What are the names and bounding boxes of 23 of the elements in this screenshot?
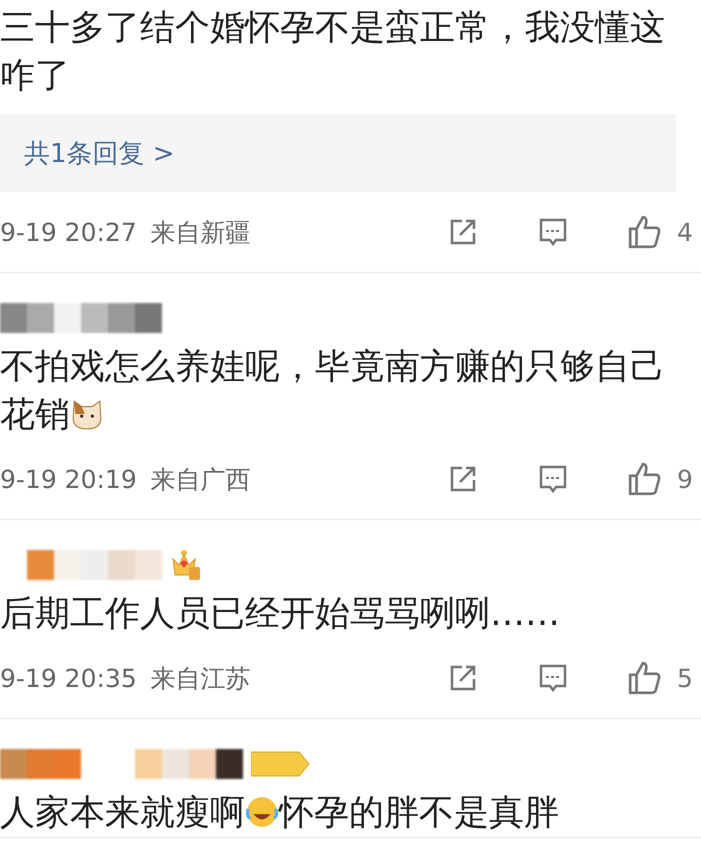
like-count: 4 [677, 218, 693, 246]
comment-text: 不拍戏怎么养娃呢，毕竟南方赚的只够自己花销 [0, 346, 666, 437]
comment-location: 来自新疆 [150, 216, 251, 248]
comment-icon[interactable] [537, 662, 569, 694]
comment-text: 三十多了结个婚怀孕不是蛮正常，我没懂这咋了 [0, 7, 666, 98]
badge-icon [251, 749, 311, 779]
comment-icon[interactable] [537, 216, 569, 248]
comment-text: 后期工作人员已经开始骂骂咧咧…… [0, 593, 561, 636]
comment-time: 9-19 20:19 [0, 464, 137, 494]
thumbs-up-icon[interactable] [627, 660, 663, 696]
replies-link[interactable]: 共1条回复 > [24, 136, 175, 170]
thumbs-up-icon[interactable] [627, 461, 663, 497]
comment-text: 人家本来就瘦啊 怀孕的胖不是真胖 [0, 792, 560, 835]
crown-icon [170, 549, 202, 581]
like-count: 5 [677, 664, 693, 692]
thumbs-up-icon[interactable] [627, 214, 663, 250]
comment-icon[interactable] [537, 463, 569, 495]
comment-time: 9-19 20:35 [0, 664, 137, 692]
laughing-emoji-icon [245, 795, 279, 829]
comment-time: 9-19 20:27 [0, 218, 137, 246]
comment-location: 来自广西 [150, 464, 251, 496]
comment-location: 来自江苏 [150, 662, 251, 694]
like-count: 9 [677, 464, 693, 494]
